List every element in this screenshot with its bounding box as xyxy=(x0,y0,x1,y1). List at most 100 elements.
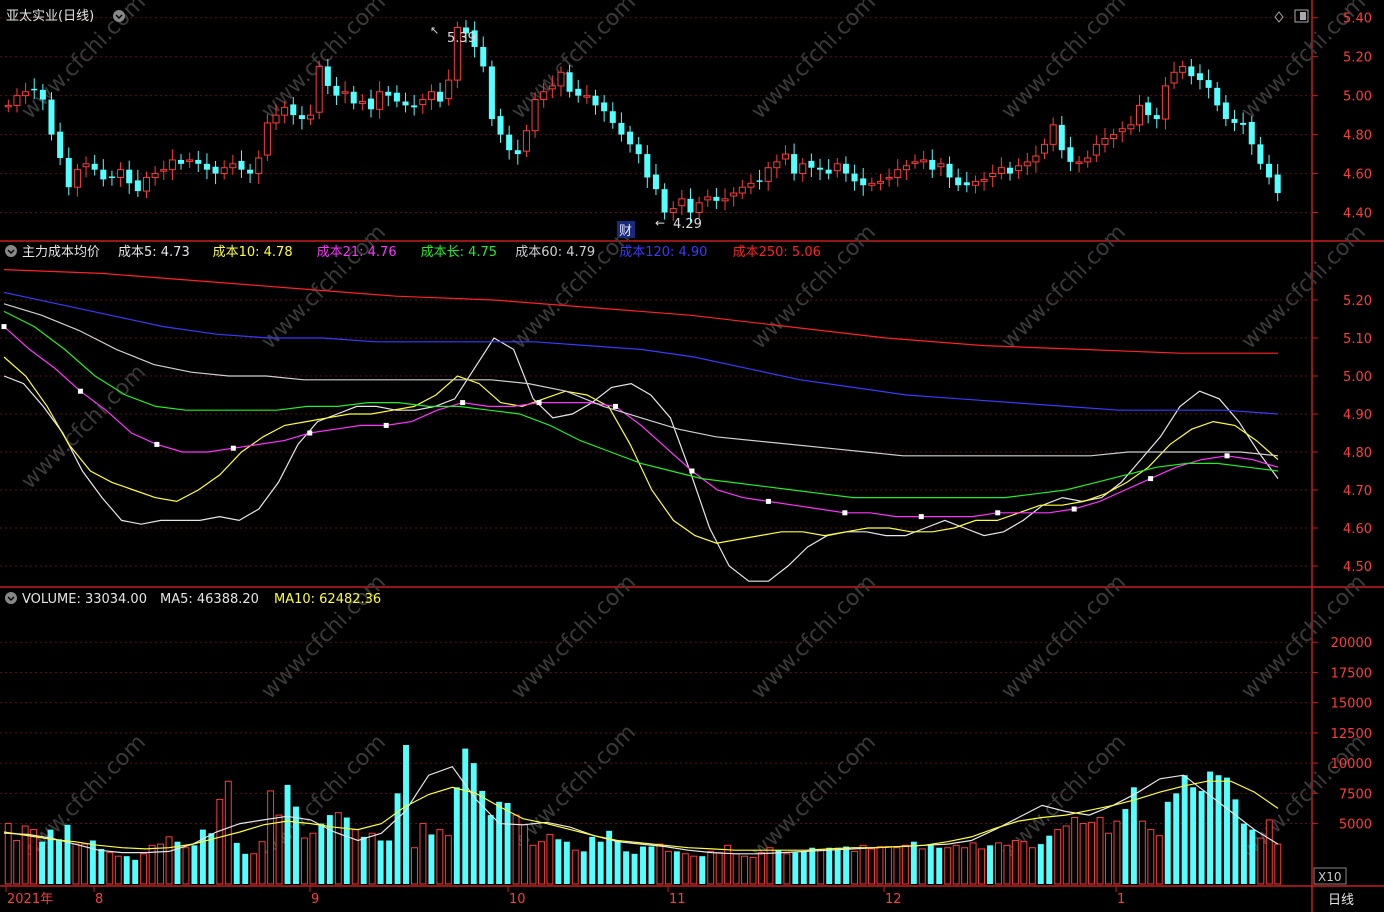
candle-body xyxy=(1222,102,1229,120)
candle-body xyxy=(229,163,237,169)
cost21-marker xyxy=(154,441,160,447)
cost21-marker xyxy=(765,498,771,504)
volume-bar xyxy=(72,843,80,885)
watermark-text: www.cfchi.com xyxy=(997,0,1131,124)
candle-body xyxy=(678,198,686,207)
volume-bar xyxy=(918,848,926,885)
volume-bar xyxy=(1088,821,1096,885)
candle-body xyxy=(263,122,271,156)
volume-bar xyxy=(1173,793,1180,884)
candle-body xyxy=(833,163,841,172)
cost-legend-item: 成本250: 5.06 xyxy=(733,245,821,260)
cost21-marker xyxy=(1,324,7,330)
candle-body xyxy=(1110,134,1118,140)
volume-bar xyxy=(851,850,859,885)
candle-body xyxy=(601,102,608,112)
volume-bar xyxy=(224,780,232,885)
volume-bar xyxy=(258,841,266,885)
volume-bar xyxy=(1122,809,1129,884)
volume-bar xyxy=(910,841,917,884)
candle-body xyxy=(885,176,893,180)
volume-tick-label: 7500 xyxy=(1339,787,1372,802)
candle-body xyxy=(773,161,781,169)
volume-dropdown-icon[interactable] xyxy=(5,592,17,604)
candle-body xyxy=(661,189,668,213)
volume-bar xyxy=(98,848,105,884)
volume-bar xyxy=(479,790,486,884)
volume-bar xyxy=(631,853,638,884)
candle-body xyxy=(1067,147,1074,162)
volume-bar xyxy=(157,843,165,885)
volume-bar xyxy=(944,847,952,885)
cost-legend-item: 成本60: 4.79 xyxy=(515,245,595,260)
candle-body xyxy=(971,180,979,186)
volume-bar xyxy=(1062,825,1070,885)
cost-tick-label: 4.80 xyxy=(1343,446,1372,461)
finance-badge-text: 财 xyxy=(619,224,632,239)
dropdown-icon[interactable] xyxy=(113,10,125,22)
svg-text:↖: ↖ xyxy=(430,24,439,37)
volume-bar xyxy=(140,853,148,885)
volume-bar xyxy=(614,840,621,884)
period-label[interactable]: 日线 xyxy=(1328,893,1354,908)
volume-bar xyxy=(580,851,587,884)
volume-bar xyxy=(309,832,317,885)
cost-indicator-name: 主力成本均价 xyxy=(22,245,100,260)
volume-bar xyxy=(1130,787,1137,884)
volume-tick-label: 10000 xyxy=(1331,757,1372,772)
volume-bar xyxy=(1232,799,1239,884)
volume-bar xyxy=(1207,771,1214,884)
volume-bar xyxy=(884,846,892,885)
candle-body xyxy=(427,91,435,101)
volume-bar xyxy=(1240,823,1247,884)
candle-body xyxy=(540,91,548,101)
candle-body xyxy=(272,114,280,124)
candle-body xyxy=(108,176,115,178)
candle-body xyxy=(644,154,651,178)
volume-bar xyxy=(1215,775,1222,884)
volume-bar xyxy=(419,823,427,885)
candle-body xyxy=(1240,122,1247,125)
price-tick-label: 5.40 xyxy=(1343,12,1372,27)
volume-bar xyxy=(1105,832,1112,885)
time-label: 11 xyxy=(669,892,686,907)
candle-body xyxy=(1101,138,1109,145)
volume-bar xyxy=(648,846,655,884)
cost-dropdown-icon[interactable] xyxy=(5,245,17,257)
volume-bar xyxy=(208,833,215,884)
candle-body xyxy=(298,115,305,120)
candle-body xyxy=(799,163,807,175)
volume-bar xyxy=(444,835,452,885)
candle-body xyxy=(1161,85,1169,120)
candle-body xyxy=(488,66,495,120)
cost-tick-label: 4.70 xyxy=(1343,484,1372,499)
price-tick-label: 5.00 xyxy=(1343,90,1372,105)
candle-body xyxy=(1266,163,1273,178)
volume-bar xyxy=(1011,839,1019,885)
cost-legend-item: 成本21: 4.76 xyxy=(317,245,397,260)
time-label: 12 xyxy=(885,892,902,907)
diamond-icon[interactable] xyxy=(1274,11,1284,23)
candle-body xyxy=(220,167,228,175)
volume-bar xyxy=(89,840,96,884)
volume-bar xyxy=(1003,844,1011,885)
volume-bar xyxy=(792,852,799,884)
candle-body xyxy=(522,130,530,152)
candle-body xyxy=(781,153,790,160)
candle-body xyxy=(281,106,289,116)
volume-bar xyxy=(496,801,503,884)
low-annotation: ← 4.29 xyxy=(655,216,702,232)
volume-bar xyxy=(876,846,884,885)
time-label: 8 xyxy=(95,892,103,907)
volume-bar xyxy=(555,839,562,884)
candle-body xyxy=(290,104,297,116)
candle-body xyxy=(557,71,565,87)
cost-tick-label: 5.00 xyxy=(1343,370,1372,385)
candle-body xyxy=(350,91,357,104)
volume-bar xyxy=(275,814,283,885)
volume-bar xyxy=(267,790,275,885)
watermark-text: www.cfchi.com xyxy=(747,570,881,704)
volume-bar xyxy=(1113,820,1121,885)
cost-tick-label: 4.50 xyxy=(1343,560,1372,575)
volume-bar xyxy=(360,836,367,884)
